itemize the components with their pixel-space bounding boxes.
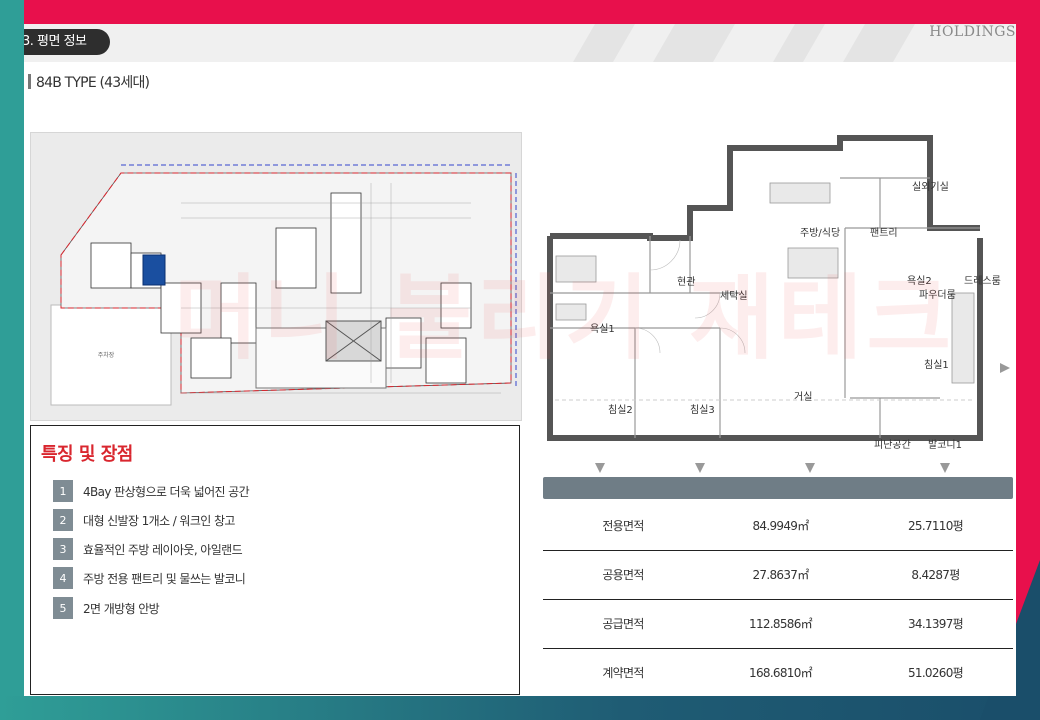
header-bar [24, 24, 1016, 62]
feature-item: 2 대형 신발장 1개소 / 워크인 창고 [53, 509, 235, 531]
feature-number: 1 [53, 480, 73, 502]
room-dress-label: 드레스룸 [964, 275, 1001, 287]
area-label: 공용면적 [602, 568, 644, 582]
room-laundry-label: 세탁실 [720, 290, 748, 302]
feature-text: 효율적인 주방 레이아웃, 아일랜드 [83, 542, 243, 557]
brand-logo-text: HOLDINGS [929, 24, 1016, 40]
site-plan-drawing: 주차장 [31, 133, 521, 420]
feature-number: 2 [53, 509, 73, 531]
section-title: 3. 평면 정보 [24, 29, 110, 55]
slide: HOLDINGS 3. 평면 정보 84B TYPE (43세대) 주차장 특징… [24, 24, 1016, 696]
room-pantry-label: 팬트리 [870, 227, 898, 239]
area-sqm: 112.8586㎡ [749, 617, 813, 631]
room-refuge-label: 피난공간 [874, 439, 911, 451]
floor-plan-image: 실외기실 주방/식당 팬트리 현관 세탁실 욕실2 드레스룸 파우더룸 욕실1 … [540, 128, 1016, 478]
area-pyeong: 8.4287평 [911, 568, 960, 582]
site-plan-image: 주차장 [30, 132, 522, 421]
feature-item: 3 효율적인 주방 레이아웃, 아일랜드 [53, 538, 243, 560]
feature-number: 5 [53, 597, 73, 619]
room-bed2-label: 침실2 [608, 404, 633, 416]
room-entrance-label: 현관 [677, 276, 695, 288]
feature-item: 4 주방 전용 팬트리 및 물쓰는 발코니 [53, 567, 246, 589]
feature-text: 4Bay 판상형으로 더욱 넓어진 공간 [83, 484, 250, 499]
area-label: 전용면적 [602, 519, 644, 533]
room-outdoor-label: 실외기실 [912, 181, 949, 193]
features-title: 특징 및 장점 [41, 444, 133, 465]
area-table: 전용면적 84.9949㎡ 25.7110평 공용면적 27.8637㎡ 8.4… [543, 502, 1013, 696]
table-row: 계약면적 168.6810㎡ 51.0260평 [543, 649, 1013, 696]
table-row: 공용면적 27.8637㎡ 8.4287평 [543, 551, 1013, 600]
feature-number: 3 [53, 538, 73, 560]
area-sqm: 27.8637㎡ [752, 568, 809, 582]
frame-bottom-band [0, 696, 1040, 720]
room-bath1-label: 욕실1 [590, 323, 615, 335]
feature-text: 대형 신발장 1개소 / 워크인 창고 [83, 513, 235, 528]
area-label: 공급면적 [602, 617, 644, 631]
room-bed3-label: 침실3 [690, 404, 715, 416]
type-bar-icon [28, 74, 31, 89]
room-bath2-label: 욕실2 [907, 275, 932, 287]
frame-left-band [0, 0, 24, 720]
area-sqm: 168.6810㎡ [749, 666, 813, 680]
feature-text: 2면 개방형 안방 [83, 601, 160, 616]
feature-item: 5 2면 개방형 안방 [53, 597, 160, 619]
area-pyeong: 25.7110평 [907, 519, 964, 533]
unit-type-text: 84B TYPE (43세대) [36, 75, 150, 91]
area-sqm: 84.9949㎡ [752, 519, 809, 533]
room-kitchen-label: 주방/식당 [800, 227, 840, 239]
table-row: 공급면적 112.8586㎡ 34.1397평 [543, 600, 1013, 649]
room-master-label: 침실1 [924, 359, 949, 371]
floor-plan-drawing: 실외기실 주방/식당 팬트리 현관 세탁실 욕실2 드레스룸 파우더룸 욕실1 … [547, 135, 1010, 473]
area-pyeong: 34.1397평 [907, 617, 964, 631]
feature-text: 주방 전용 팬트리 및 물쓰는 발코니 [83, 571, 246, 586]
room-balcony-label: 발코니1 [928, 439, 962, 451]
area-table-header [543, 477, 1013, 499]
room-powder-label: 파우더룸 [919, 289, 956, 301]
area-label: 계약면적 [602, 666, 644, 680]
table-row: 전용면적 84.9949㎡ 25.7110평 [543, 502, 1013, 551]
feature-item: 1 4Bay 판상형으로 더욱 넓어진 공간 [53, 480, 250, 502]
features-panel: 특징 및 장점 1 4Bay 판상형으로 더욱 넓어진 공간 2 대형 신발장 1개… [30, 425, 520, 695]
area-pyeong: 51.0260평 [907, 666, 964, 680]
site-plan-parking-label: 주차장 [98, 351, 115, 359]
feature-number: 4 [53, 567, 73, 589]
room-living-label: 거실 [794, 391, 812, 403]
unit-type-label: 84B TYPE (43세대) [28, 72, 150, 92]
